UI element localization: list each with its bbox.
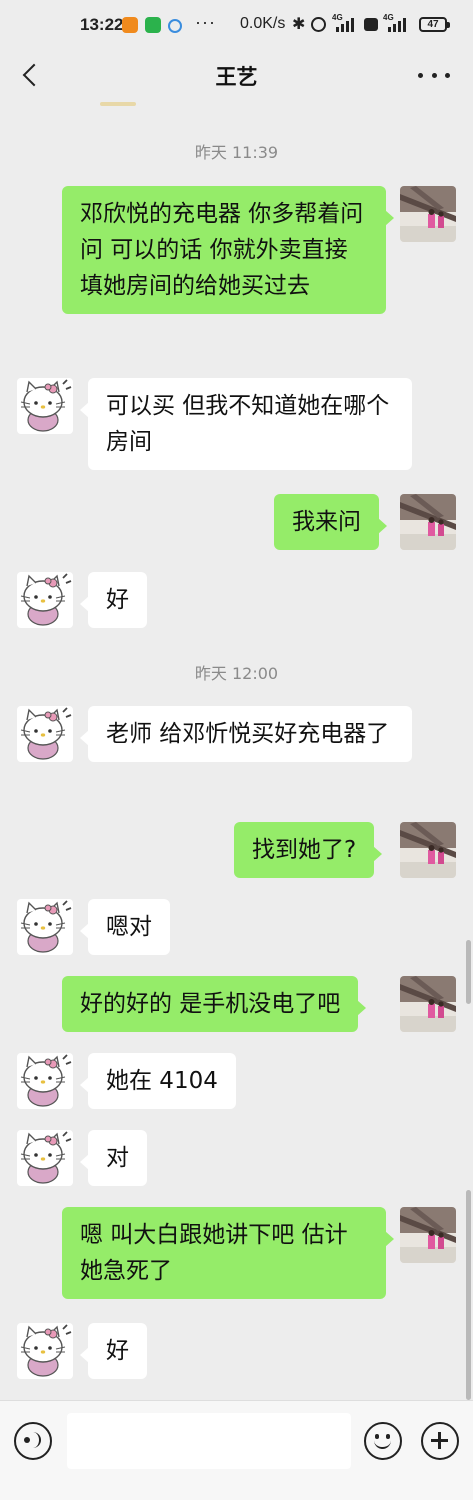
more-notifications-icon: ···	[195, 12, 216, 32]
message-input[interactable]	[67, 1413, 351, 1469]
contact-avatar[interactable]	[17, 1323, 73, 1379]
contact-avatar[interactable]	[17, 572, 73, 628]
incoming-message[interactable]: 好	[80, 1323, 147, 1379]
status-bar: 13:22 ··· 0.0K/s ✱ 4G 4G 47	[0, 0, 473, 50]
my-avatar[interactable]	[400, 186, 456, 242]
photo-avatar-image	[400, 976, 456, 1032]
outgoing-message[interactable]: 找到她了?	[234, 822, 383, 878]
previous-message-edge	[100, 102, 136, 106]
status-time: 13:22	[80, 15, 124, 34]
contact-avatar[interactable]	[17, 378, 73, 434]
plus-icon[interactable]	[421, 1422, 459, 1460]
incoming-message[interactable]: 她在 4104	[80, 1053, 236, 1109]
hello-kitty-avatar-image	[17, 899, 73, 955]
emoji-icon[interactable]	[364, 1422, 402, 1460]
contact-avatar[interactable]	[17, 1130, 73, 1186]
page-title: 王艺	[215, 65, 258, 89]
net-speed: 0.0K/s	[240, 15, 286, 32]
signal-icon	[336, 16, 354, 32]
photo-avatar-image	[400, 494, 456, 550]
incoming-message[interactable]: 对	[80, 1130, 147, 1186]
hello-kitty-avatar-image	[17, 378, 73, 434]
voice-icon[interactable]	[14, 1422, 52, 1460]
chat-header: 王艺	[0, 50, 473, 100]
contact-avatar[interactable]	[17, 706, 73, 762]
contact-avatar[interactable]	[17, 1053, 73, 1109]
incoming-message[interactable]: 可以买 但我不知道她在哪个房间	[80, 378, 412, 470]
hello-kitty-avatar-image	[17, 1323, 73, 1379]
my-avatar[interactable]	[400, 494, 456, 550]
outgoing-message[interactable]: 邓欣悦的充电器 你多帮着问问 可以的话 你就外卖直接填她房间的给她买过去	[62, 186, 394, 314]
my-avatar[interactable]	[400, 822, 456, 878]
timestamp: 昨天 12:00	[194, 664, 279, 683]
hd-icon	[364, 18, 378, 31]
contact-avatar[interactable]	[17, 899, 73, 955]
timestamp: 昨天 11:39	[194, 143, 279, 162]
incoming-message[interactable]: 好	[80, 572, 147, 628]
outgoing-message[interactable]: 好的好的 是手机没电了吧	[62, 976, 367, 1032]
hello-kitty-avatar-image	[17, 1053, 73, 1109]
incoming-message[interactable]: 嗯对	[80, 899, 170, 955]
scrollbar[interactable]	[466, 1190, 471, 1400]
chat-app-icon	[168, 19, 182, 33]
more-dots-icon[interactable]	[418, 62, 450, 88]
input-bar	[0, 1400, 473, 1500]
hello-kitty-avatar-image	[17, 706, 73, 762]
outgoing-message[interactable]: 嗯 叫大白跟她讲下吧 估计她急死了	[62, 1207, 394, 1299]
notification-app-icon	[122, 17, 138, 33]
hello-kitty-avatar-image	[17, 1130, 73, 1186]
alarm-icon	[311, 17, 326, 32]
outgoing-message[interactable]: 我来问	[274, 494, 387, 550]
photo-avatar-image	[400, 822, 456, 878]
incoming-message[interactable]: 老师 给邓忻悦买好充电器了	[80, 706, 412, 762]
battery-icon: 47	[419, 17, 450, 32]
my-avatar[interactable]	[400, 1207, 456, 1263]
signal-icon	[388, 16, 406, 32]
bluetooth-icon: ✱	[292, 16, 306, 33]
scrollbar[interactable]	[466, 940, 471, 1004]
hello-kitty-avatar-image	[17, 572, 73, 628]
my-avatar[interactable]	[400, 976, 456, 1032]
photo-avatar-image	[400, 1207, 456, 1263]
shield-app-icon	[145, 17, 161, 33]
photo-avatar-image	[400, 186, 456, 242]
